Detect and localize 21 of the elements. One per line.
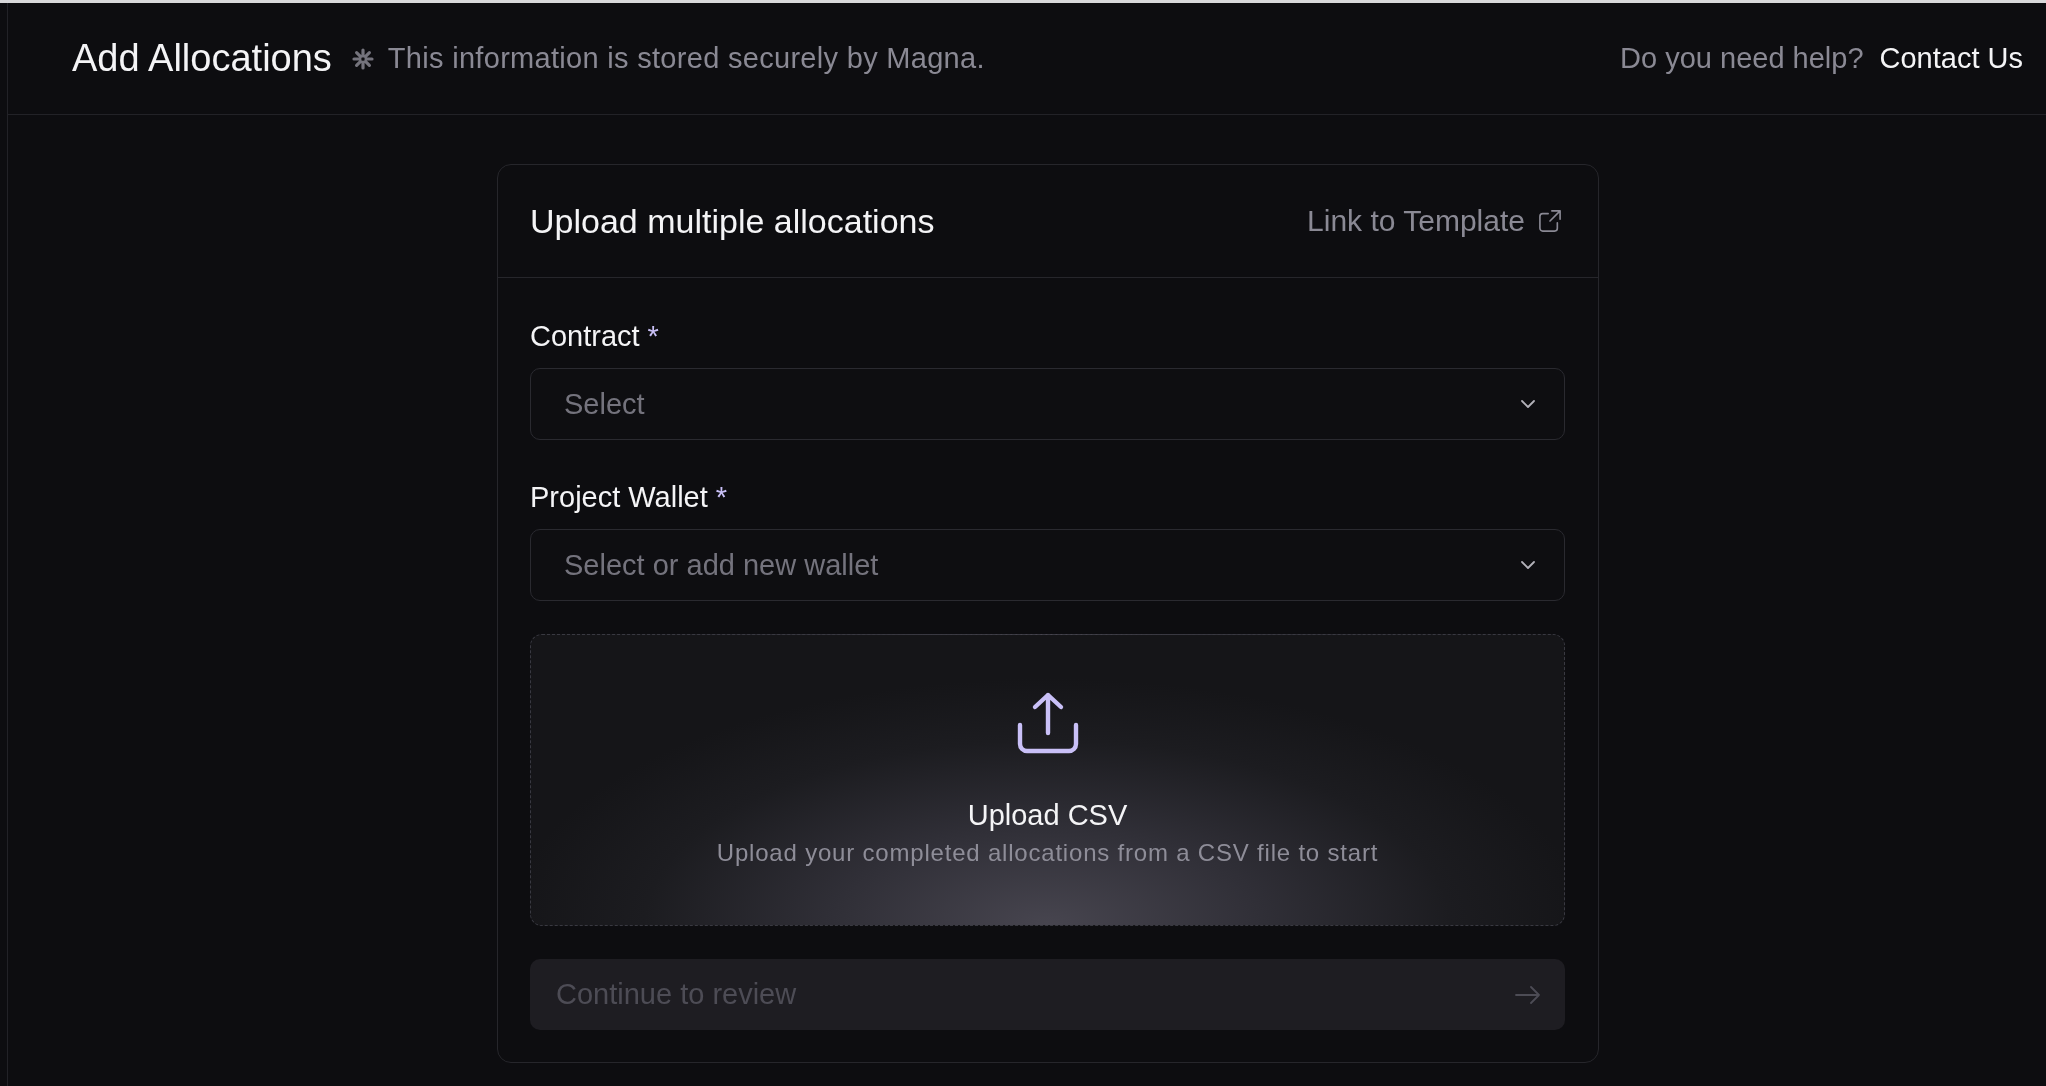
chevron-down-icon	[1520, 399, 1536, 409]
field-label: Contract	[530, 319, 640, 353]
upload-dropzone[interactable]: Upload CSV Upload your completed allocations from a CSV file to start	[530, 634, 1565, 926]
select-field[interactable]: Select or add new wallet	[530, 529, 1565, 601]
chevron-down-icon	[1520, 560, 1536, 570]
card-title: Upload multiple allocations	[530, 201, 935, 241]
upload-icon	[1016, 692, 1079, 754]
contact-link[interactable]: Contact Us	[1879, 42, 2023, 75]
external-link-icon	[1539, 210, 1561, 232]
security-note: This information is stored securely by Magna.	[387, 42, 985, 75]
field-label: Project Wallet	[530, 480, 708, 514]
upload-description: Upload your completed allocations from a CSV file to start	[716, 838, 1379, 868]
required-mark: *	[647, 319, 659, 353]
upload-title: Upload CSV	[967, 798, 1128, 832]
page-title: Add Allocations	[72, 37, 332, 80]
arrow-right-icon	[1515, 985, 1541, 1004]
help-text: Do you need help?	[1620, 42, 1864, 75]
required-mark: *	[715, 480, 728, 514]
template-link[interactable]: Link to Template	[1307, 204, 1561, 238]
asterisk-icon	[351, 47, 374, 70]
select-field[interactable]: Select	[530, 368, 1565, 440]
